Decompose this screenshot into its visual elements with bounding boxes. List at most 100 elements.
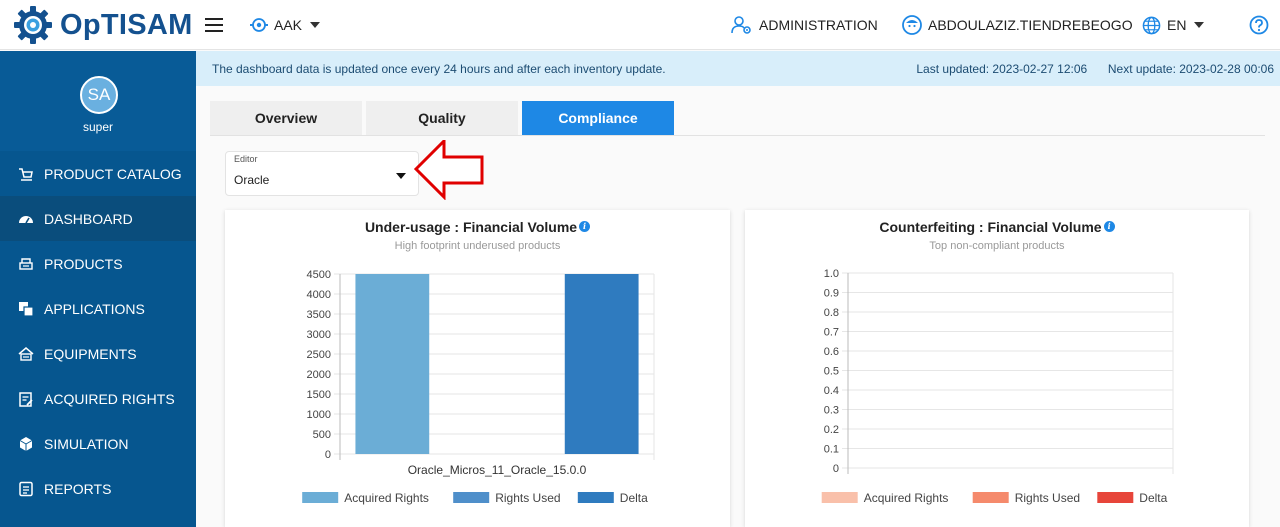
- tab-divider: [210, 135, 1265, 136]
- equipments-icon: [18, 346, 34, 361]
- legend-label[interactable]: Rights Used: [495, 491, 560, 505]
- counterfeiting-chart: 1.0 0.9 0.8 0.7 0.6 0.5 0.4 0.3 0.2 0.1 0 Acquired …: [821, 268, 1174, 505]
- bar[interactable]: [355, 274, 430, 454]
- language-label: EN: [1167, 17, 1187, 33]
- under-usage-card: Under-usage : Financial Volume i High foo…: [225, 210, 730, 527]
- legend-label[interactable]: Rights Used: [1015, 491, 1080, 505]
- sidebar-item-label: APPLICATIONS: [44, 300, 145, 317]
- sidebar: SA super PRODUCT CATALOG DASHBOARD PRODU…: [0, 51, 196, 527]
- menu-toggle-button[interactable]: [205, 0, 223, 50]
- x-tick-label: Oracle_Micros_11_Oracle_15.0.0: [408, 463, 587, 477]
- y-tick-label: 4500: [307, 269, 331, 281]
- y-tick-label: 3500: [307, 309, 331, 321]
- y-tick-label: 500: [313, 429, 331, 441]
- y-tick-label: 1.0: [824, 268, 839, 280]
- administration-label: ADMINISTRATION: [759, 17, 878, 33]
- user-avatar-icon: [902, 15, 922, 35]
- chevron-down-icon: [1194, 22, 1205, 28]
- bar[interactable]: [564, 274, 639, 454]
- y-tick-label: 0.3: [824, 405, 839, 417]
- y-tick-label: 0.2: [824, 424, 839, 436]
- help-button[interactable]: [1249, 0, 1269, 50]
- y-tick-label: 1000: [307, 409, 331, 421]
- annotation-arrow-icon: [414, 140, 484, 200]
- legend-swatch[interactable]: [453, 492, 490, 503]
- legend-swatch[interactable]: [1097, 492, 1134, 503]
- help-icon: [1249, 15, 1269, 35]
- app-logo[interactable]: OpTISAM: [12, 4, 193, 46]
- legend-label[interactable]: Acquired Rights: [864, 491, 949, 505]
- logo-gear-icon: [14, 6, 52, 44]
- legend-label[interactable]: Delta: [1139, 491, 1167, 505]
- user-account-button[interactable]: ABDOULAZIZ.TIENDREBEOGO: [902, 0, 1133, 50]
- logo-text: OpTISAM: [60, 8, 193, 41]
- sidebar-item-label: PRODUCTS: [44, 255, 123, 272]
- globe-icon: [1142, 16, 1161, 34]
- y-tick-label: 0.6: [824, 346, 839, 358]
- administration-button[interactable]: ADMINISTRATION: [731, 0, 878, 50]
- cart-icon: [19, 167, 33, 181]
- avatar[interactable]: SA: [80, 76, 118, 114]
- sidebar-item-product-catalog[interactable]: PRODUCT CATALOG: [0, 151, 196, 196]
- y-tick-label: 3000: [307, 329, 331, 341]
- legend-label[interactable]: Acquired Rights: [344, 491, 429, 505]
- avatar-user-name: super: [82, 120, 114, 134]
- sidebar-item-label: SIMULATION: [44, 435, 129, 452]
- simulation-icon: [19, 436, 33, 451]
- products-icon: [19, 257, 33, 270]
- acquired-rights-icon: [19, 391, 33, 407]
- legend-swatch[interactable]: [972, 492, 1009, 503]
- legend-label[interactable]: Delta: [620, 491, 648, 505]
- y-tick-label: 0.5: [824, 366, 839, 378]
- y-tick-label: 2500: [307, 349, 331, 361]
- legend-swatch[interactable]: [302, 492, 339, 503]
- reports-icon: [19, 481, 33, 496]
- under-usage-chart: 4500 4000 3500 3000 2500 2000 1500 1000 500 0 Orac…: [302, 269, 655, 505]
- last-updated-text: Last updated: 2023-02-27 12:06: [916, 62, 1088, 76]
- tab-overview[interactable]: Overview: [210, 101, 362, 135]
- sidebar-item-applications[interactable]: APPLICATIONS: [0, 286, 196, 331]
- sidebar-item-equipments[interactable]: EQUIPMENTS: [0, 331, 196, 376]
- legend-swatch[interactable]: [821, 492, 858, 503]
- scope-selector[interactable]: AAK: [250, 0, 321, 50]
- sidebar-item-dashboard[interactable]: DASHBOARD: [0, 196, 196, 241]
- scope-label: AAK: [274, 17, 303, 33]
- update-message: The dashboard data is updated once every…: [212, 62, 666, 76]
- y-tick-label: 0: [833, 463, 839, 475]
- next-update-text: Next update: 2023-02-28 00:06: [1107, 62, 1274, 76]
- sidebar-item-products[interactable]: PRODUCTS: [0, 241, 196, 286]
- dashboard-icon: [19, 215, 33, 223]
- y-tick-label: 0.1: [824, 444, 839, 456]
- sidebar-item-simulation[interactable]: SIMULATION: [0, 421, 196, 466]
- y-tick-label: 2000: [307, 369, 331, 381]
- y-tick-label: 0.9: [824, 288, 839, 300]
- y-tick-label: 0.4: [824, 385, 839, 397]
- legend-swatch[interactable]: [577, 492, 614, 503]
- sidebar-item-label: EQUIPMENTS: [44, 345, 137, 362]
- update-info-bar: The dashboard data is updated once every…: [196, 51, 1280, 86]
- hamburger-icon: [205, 18, 223, 32]
- sidebar-item-label: DASHBOARD: [44, 210, 133, 227]
- applications-icon: [19, 301, 34, 317]
- user-name-label: ABDOULAZIZ.TIENDREBEOGO: [928, 17, 1133, 33]
- y-tick-label: 0.8: [824, 307, 839, 319]
- editor-select-value: Oracle: [234, 173, 270, 187]
- sidebar-item-acquired-rights[interactable]: ACQUIRED RIGHTS: [0, 376, 196, 421]
- tab-quality[interactable]: Quality: [366, 101, 518, 135]
- top-bar: OpTISAM AAK ADMINISTRATION ABDOULAZIZ.TI…: [0, 0, 1280, 50]
- chevron-down-icon: [396, 173, 406, 179]
- editor-select[interactable]: Editor Oracle: [225, 151, 419, 196]
- chevron-down-icon: [310, 22, 321, 28]
- counterfeiting-card: Counterfeiting : Financial Volume i Top n…: [745, 210, 1249, 527]
- y-tick-label: 1500: [307, 389, 331, 401]
- editor-select-label: Editor: [234, 154, 258, 164]
- language-selector[interactable]: EN: [1142, 0, 1205, 50]
- sidebar-item-label: REPORTS: [44, 480, 112, 497]
- y-tick-label: 0: [325, 449, 331, 461]
- sidebar-item-reports[interactable]: REPORTS: [0, 466, 196, 511]
- tab-compliance[interactable]: Compliance: [522, 101, 674, 135]
- y-tick-label: 0.7: [824, 327, 839, 339]
- sidebar-profile: SA super: [0, 51, 196, 151]
- sidebar-item-label: ACQUIRED RIGHTS: [44, 390, 175, 407]
- scope-icon: [250, 18, 268, 32]
